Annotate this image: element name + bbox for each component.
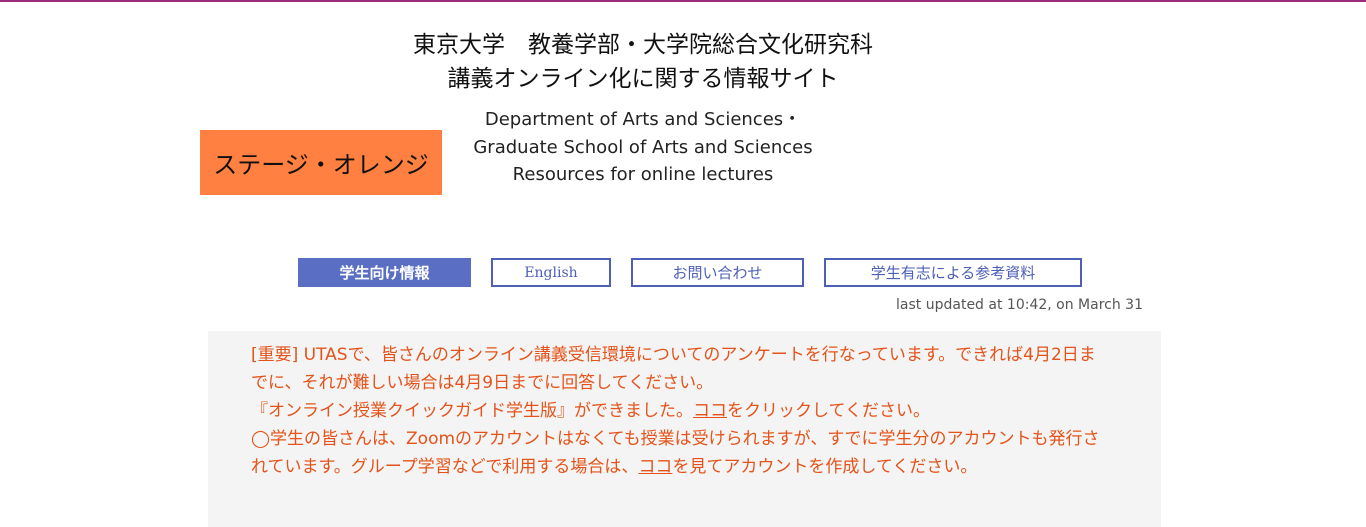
notice-content: [重要] UTASで、皆さんのオンライン講義受信環境についてのアンケートを行なっ… <box>251 341 1101 481</box>
nav-students-info-button[interactable]: 学生向け情報 <box>298 258 471 287</box>
quick-guide-link[interactable]: ココ <box>693 401 727 421</box>
quick-guide-notice: 『オンライン授業クイックガイド学生版』ができました。ココをクリックしてください。 <box>251 397 1101 425</box>
stage-status-badge: ステージ・オレンジ <box>200 130 442 195</box>
top-border-line <box>0 0 1366 2</box>
site-title-line-1: 東京大学 教養学部・大学院総合文化研究科 <box>413 32 873 58</box>
nav-student-materials-button[interactable]: 学生有志による参考資料 <box>824 258 1082 287</box>
english-title-line-2: Graduate School of Arts and Sciences <box>473 136 813 158</box>
zoom-account-link[interactable]: ココ <box>638 457 672 477</box>
nav-english-button[interactable]: English <box>491 258 611 287</box>
site-title-english: Department of Arts and Sciences・ Graduat… <box>440 106 846 189</box>
last-updated-text: last updated at 10:42, on March 31 <box>896 297 1143 313</box>
english-title-line-1: Department of Arts and Sciences・ <box>484 109 802 130</box>
quick-guide-text-end: をクリックしてください。 <box>727 401 930 421</box>
nav-contact-button[interactable]: お問い合わせ <box>631 258 804 287</box>
survey-notice: [重要] UTASで、皆さんのオンライン講義受信環境についてのアンケートを行なっ… <box>251 345 1096 393</box>
site-title-line-2: 講義オンライン化に関する情報サイト <box>447 66 839 92</box>
zoom-account-notice: ◯学生の皆さんは、Zoomのアカウントはなくても授業は受けられますが、すでに学生… <box>251 425 1101 481</box>
quick-guide-text: 『オンライン授業クイックガイド学生版』ができました。 <box>251 401 693 421</box>
english-title-line-3: Resources for online lectures <box>512 164 774 185</box>
site-title-japanese: 東京大学 教養学部・大学院総合文化研究科 講義オンライン化に関する情報サイト <box>340 28 946 96</box>
zoom-account-text-end: を見てアカウントを作成してください。 <box>672 457 978 477</box>
